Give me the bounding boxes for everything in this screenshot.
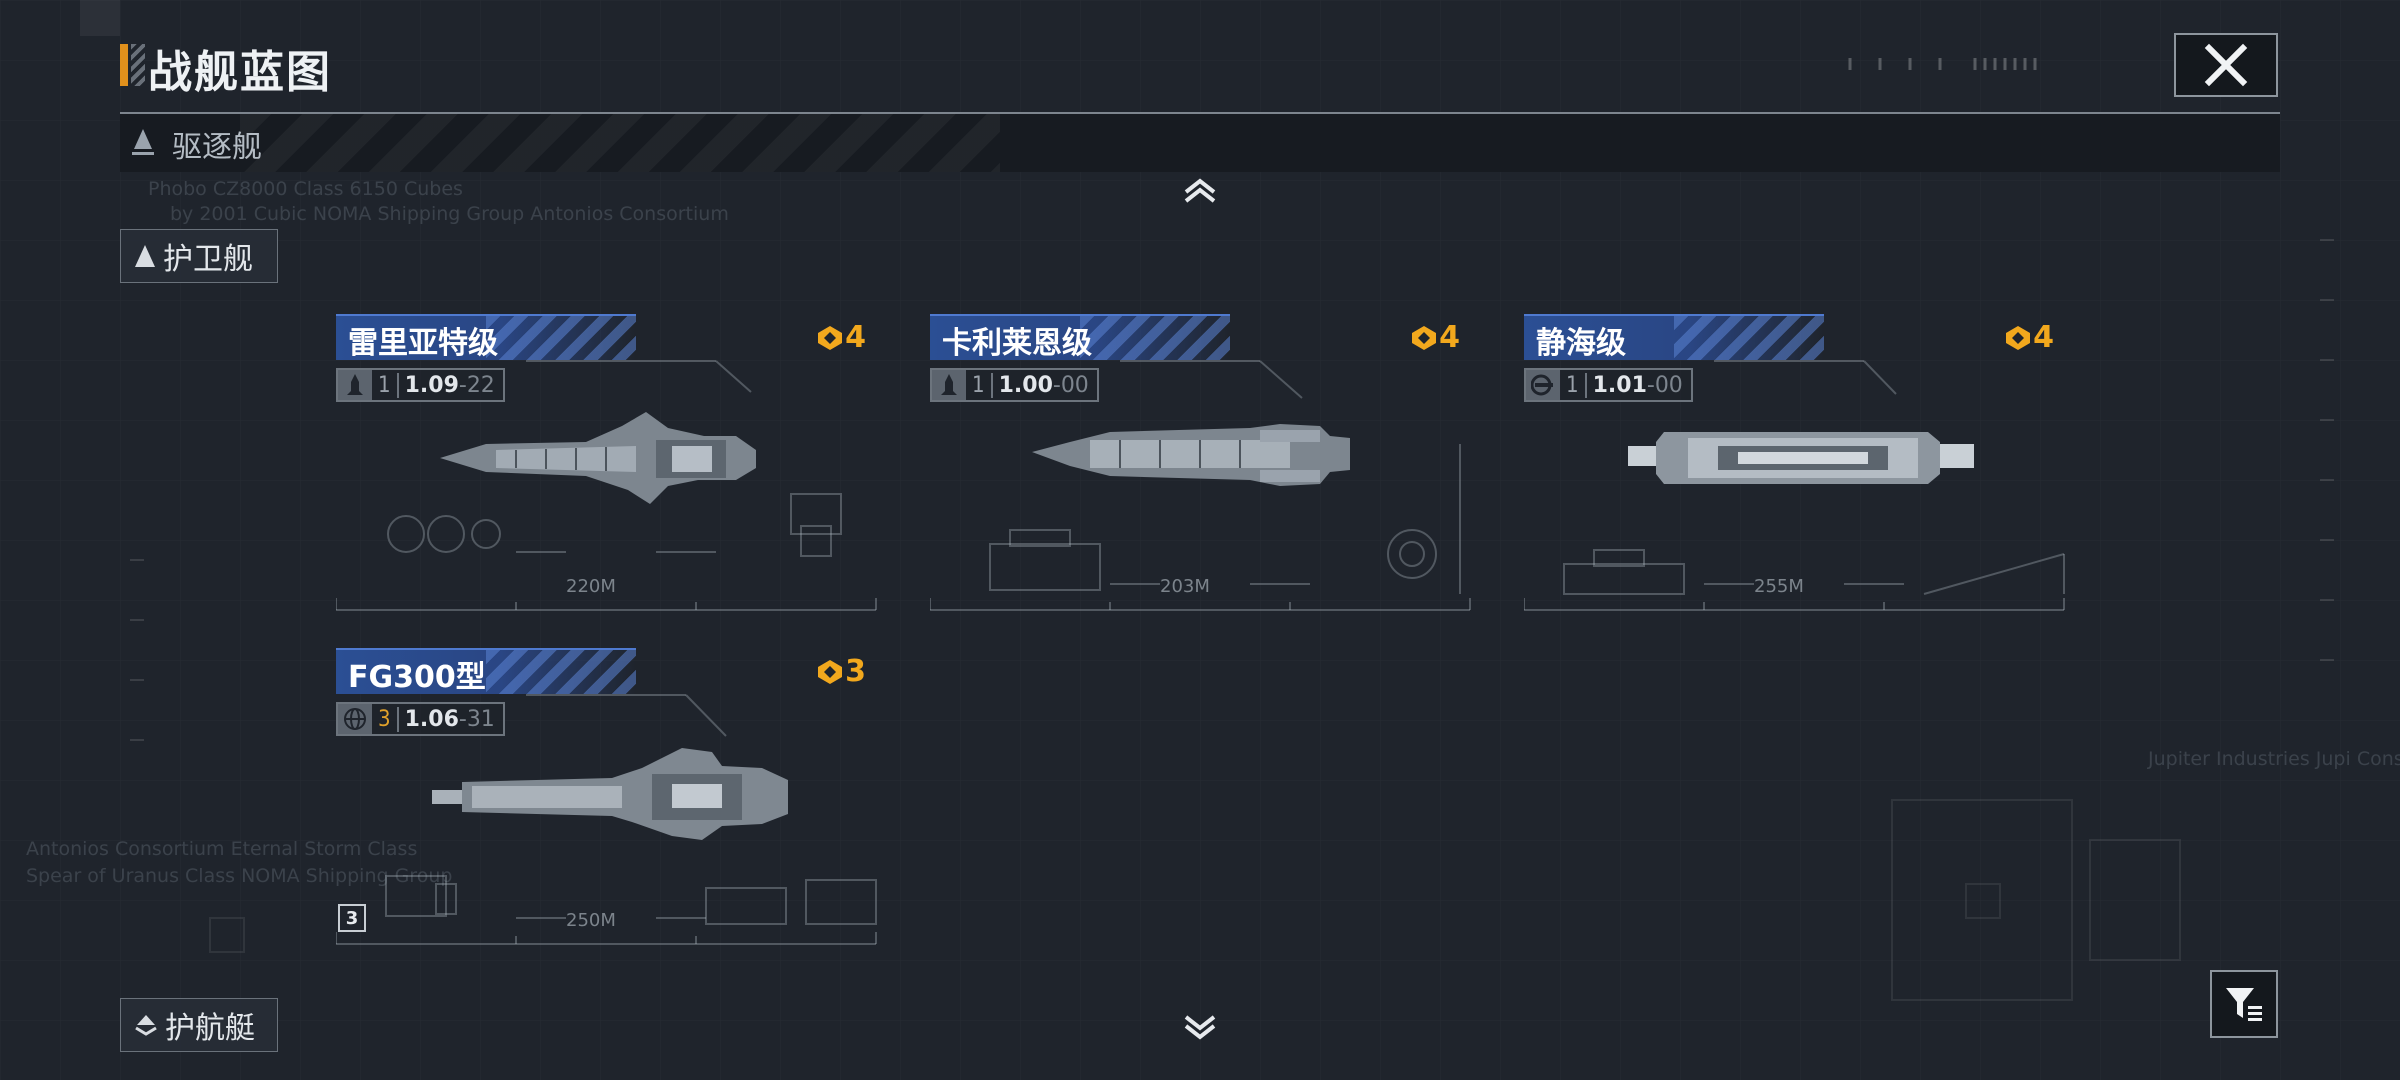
ship-version: 1.06-31 (404, 706, 495, 732)
close-button[interactable] (2174, 33, 2278, 97)
ship-tier: 4 (2005, 320, 2054, 355)
category-bar-destroyer[interactable] (120, 112, 2280, 172)
ship-tier: 4 (1411, 320, 1460, 355)
filter-icon (2226, 988, 2262, 1021)
ship-tier: 4 (817, 320, 866, 355)
tier-badge-icon (2006, 325, 2031, 350)
ship-length: 255M (1754, 576, 1804, 597)
count-badge: 3 (338, 904, 366, 932)
ship-tier-value: 4 (2033, 320, 2054, 355)
ship-card[interactable]: 雷里亚特级 4 1 1.09-22 220M (336, 314, 886, 614)
ship-tier-value: 4 (1439, 320, 1460, 355)
ship-stats: 1 1.01-00 (1524, 368, 1693, 402)
ship-name: 静海级 (1536, 326, 1626, 361)
tier-badge-icon (818, 325, 843, 350)
ship-tier: 3 (817, 654, 866, 689)
ship-name: 卡利莱恩级 (942, 326, 1092, 361)
filter-button[interactable] (2210, 970, 2278, 1038)
category-button-frigate[interactable]: 护卫舰 (120, 229, 278, 283)
ship-level: 3 (372, 706, 399, 732)
ship-version: 1.00-00 (998, 372, 1089, 398)
globe-icon (338, 704, 372, 734)
corvette-class-icon (135, 1015, 157, 1036)
destroyer-class-icon (132, 129, 154, 155)
close-icon (2204, 43, 2248, 87)
tier-badge-icon (818, 659, 843, 684)
ship-version: 1.09-22 (404, 372, 495, 398)
ship-version: 1.01-00 (1592, 372, 1683, 398)
ship-stats: 3 1.06-31 (336, 702, 505, 736)
title-accent-bar (120, 44, 128, 86)
category-label-corvette: 护航艇 (165, 1011, 255, 1046)
count-badge-value: 3 (345, 907, 359, 929)
radar-icon (1526, 370, 1560, 400)
ship-level: 1 (1560, 372, 1587, 398)
ship-name: FG300型 (348, 660, 486, 695)
frigate-class-icon (135, 245, 155, 267)
page-title: 战舰蓝图 (148, 47, 332, 98)
background-caption: Jupiter Industries Jupi Consort (2148, 748, 2400, 770)
ship-length: 250M (566, 910, 616, 931)
ship-card[interactable]: FG300型 3 3 1.06-31 250M 3 (336, 648, 886, 948)
ship-tier-value: 4 (845, 320, 866, 355)
category-button-corvette[interactable]: 护航艇 (120, 998, 278, 1052)
ship-stats: 1 1.00-00 (930, 368, 1099, 402)
chevron-up-icon[interactable] (1180, 176, 1220, 204)
ship-level: 1 (372, 372, 399, 398)
ship-card[interactable]: 卡利莱恩级 4 1 1.00-00 203M (930, 314, 1480, 614)
ship-length: 203M (1160, 576, 1210, 597)
background-caption: by 2001 Cubic NOMA Shipping Group Antoni… (170, 203, 729, 225)
ship-level: 1 (966, 372, 993, 398)
rocket-icon (932, 370, 966, 400)
chevron-down-icon[interactable] (1180, 1014, 1220, 1042)
title-accent-hatch (131, 44, 145, 86)
ship-card[interactable]: 静海级 4 1 1.01-00 255M (1524, 314, 2074, 614)
ship-tier-value: 3 (845, 654, 866, 689)
ship-name: 雷里亚特级 (348, 326, 498, 361)
tier-badge-icon (1412, 325, 1437, 350)
background-caption: Phobo CZ8000 Class 6150 Cubes (148, 178, 463, 200)
ship-stats: 1 1.09-22 (336, 368, 505, 402)
category-label-frigate: 护卫舰 (163, 242, 253, 277)
category-label-destroyer: 驱逐舰 (172, 130, 262, 165)
ship-blueprint-image (440, 412, 756, 504)
rocket-icon (338, 370, 372, 400)
ship-length: 220M (566, 576, 616, 597)
